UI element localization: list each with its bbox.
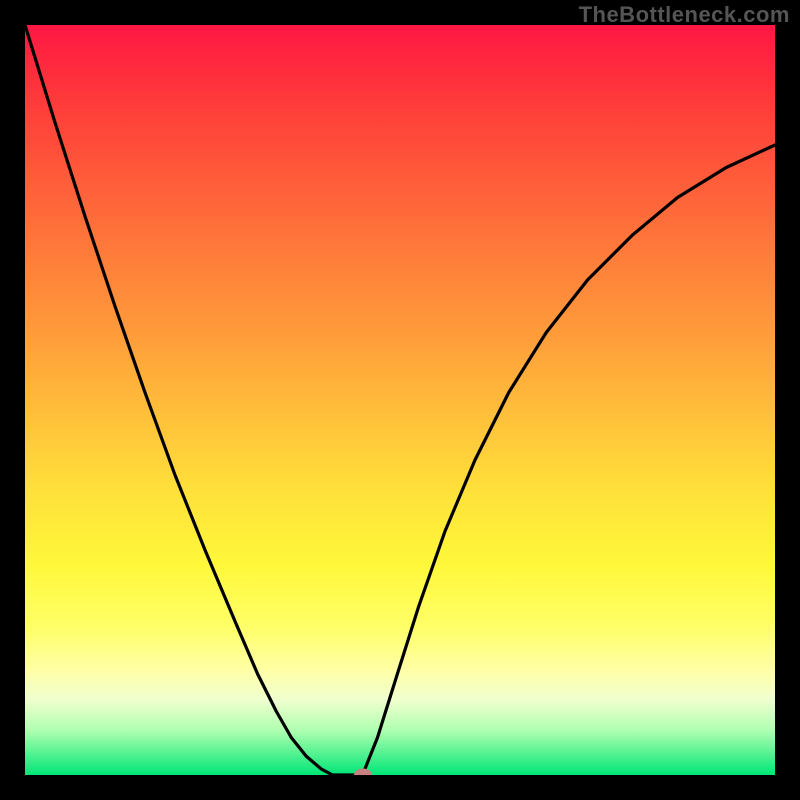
- bottleneck-curve: [25, 25, 775, 775]
- curve-svg: [25, 25, 775, 775]
- chart-frame: TheBottleneck.com: [0, 0, 800, 800]
- minimum-marker: [354, 769, 372, 776]
- plot-area: [25, 25, 775, 775]
- watermark-text: TheBottleneck.com: [579, 2, 790, 28]
